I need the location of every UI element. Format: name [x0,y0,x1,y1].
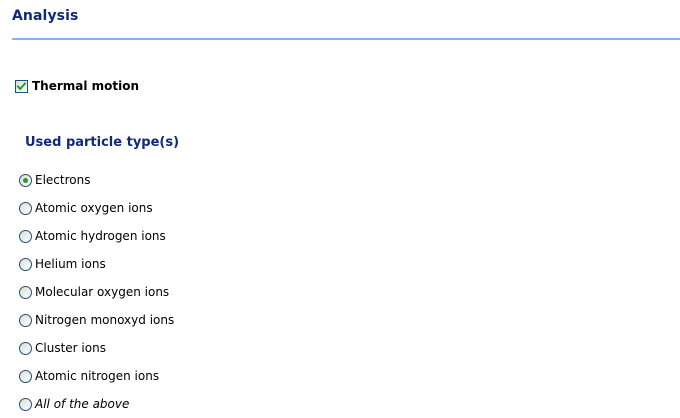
radio-option-atomic-hydrogen-ions[interactable]: Atomic hydrogen ions [19,222,174,250]
radio-option-atomic-nitrogen-ions[interactable]: Atomic nitrogen ions [19,362,174,390]
radio-option-nitrogen-monoxyd-ions[interactable]: Nitrogen monoxyd ions [19,306,174,334]
checkmark-icon [16,81,27,91]
thermal-motion-checkbox[interactable] [15,79,28,93]
radio-option-cluster-ions[interactable]: Cluster ions [19,334,174,362]
radio-label-helium-ions: Helium ions [35,257,106,271]
analysis-section-title: Analysis [12,8,79,24]
radio-option-atomic-oxygen-ions[interactable]: Atomic oxygen ions [19,194,174,222]
radio-button-molecular-oxygen-ions[interactable] [19,285,32,299]
radio-button-nitrogen-monoxyd-ions[interactable] [19,313,32,327]
radio-button-atomic-oxygen-ions[interactable] [19,201,32,215]
radio-label-cluster-ions: Cluster ions [35,341,106,355]
radio-button-electrons[interactable] [19,173,32,187]
radio-option-helium-ions[interactable]: Helium ions [19,250,174,278]
radio-button-cluster-ions[interactable] [19,341,32,355]
particle-type-radio-group: Electrons Atomic oxygen ions Atomic hydr… [19,166,174,418]
section-divider [12,38,680,40]
radio-option-electrons[interactable]: Electrons [19,166,174,194]
radio-label-atomic-oxygen-ions: Atomic oxygen ions [35,201,153,215]
radio-option-all-of-the-above[interactable]: All of the above [19,390,174,418]
radio-button-atomic-hydrogen-ions[interactable] [19,229,32,243]
radio-label-molecular-oxygen-ions: Molecular oxygen ions [35,285,170,299]
thermal-motion-label: Thermal motion [32,79,140,93]
thermal-motion-checkbox-row[interactable]: Thermal motion [15,79,139,93]
radio-button-helium-ions[interactable] [19,257,32,271]
radio-label-atomic-nitrogen-ions: Atomic nitrogen ions [35,369,160,383]
radio-option-molecular-oxygen-ions[interactable]: Molecular oxygen ions [19,278,174,306]
particle-types-group-title: Used particle type(s) [25,135,180,150]
radio-label-nitrogen-monoxyd-ions: Nitrogen monoxyd ions [35,313,175,327]
radio-label-atomic-hydrogen-ions: Atomic hydrogen ions [35,229,166,243]
radio-label-electrons: Electrons [35,173,91,187]
radio-button-atomic-nitrogen-ions[interactable] [19,369,32,383]
